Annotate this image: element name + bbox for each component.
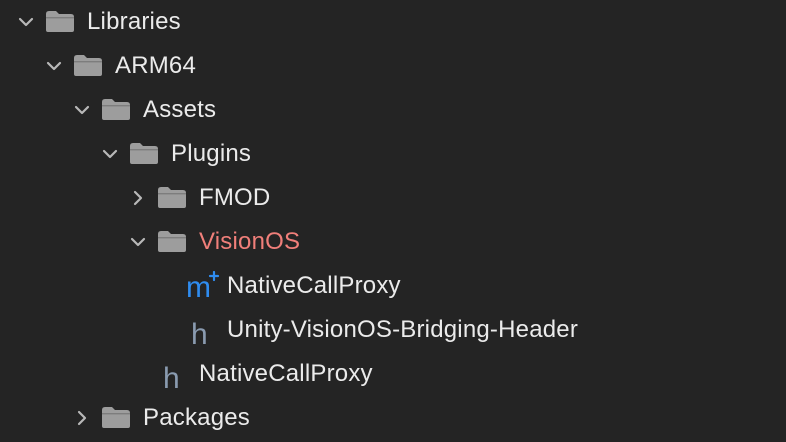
tree-item-label: Assets: [143, 96, 217, 123]
tree-item-label: VisionOS: [199, 228, 301, 255]
tree-row-libraries[interactable]: Libraries: [0, 0, 786, 44]
chevron-down-icon[interactable]: [73, 101, 91, 119]
folder-icon: [129, 142, 159, 165]
tree-item-label: ARM64: [115, 52, 197, 79]
tree-item-label: Packages: [143, 404, 250, 431]
tree-item-label: NativeCallProxy: [227, 272, 401, 299]
folder-icon: [101, 406, 131, 429]
tree-row-fmod[interactable]: FMOD: [0, 176, 786, 220]
chevron-right-icon[interactable]: [129, 189, 147, 207]
tree-row-assets[interactable]: Assets: [0, 88, 786, 132]
tree-item-label: Unity-VisionOS-Bridging-Header: [227, 316, 579, 343]
folder-icon: [157, 230, 187, 253]
tree-row-arm64[interactable]: ARM64: [0, 44, 786, 88]
chevron-down-icon[interactable]: [45, 57, 63, 75]
folder-icon: [73, 54, 103, 77]
chevron-right-icon[interactable]: [73, 409, 91, 427]
tree-item-label: Libraries: [87, 8, 181, 35]
objc-file-badge: m: [186, 271, 211, 304]
header-file-badge: h: [191, 318, 208, 348]
tree-row-visionos[interactable]: VisionOS: [0, 220, 786, 264]
file-navigator-tree: Libraries ARM64 Assets Plugins FMOD Visi…: [0, 0, 786, 442]
tree-item-label: NativeCallProxy: [199, 360, 373, 387]
folder-icon: [45, 10, 75, 33]
tree-row-native-call-proxy-mm[interactable]: m NativeCallProxy: [0, 264, 786, 308]
folder-icon: [157, 186, 187, 209]
tree-row-packages[interactable]: Packages: [0, 396, 786, 440]
objc-plus-plus-file-icon: m: [185, 268, 220, 304]
folder-icon: [101, 98, 131, 121]
chevron-down-icon[interactable]: [129, 233, 147, 251]
header-file-icon: h: [188, 312, 220, 348]
header-file-icon: h: [160, 356, 192, 392]
tree-row-native-call-proxy-h[interactable]: h NativeCallProxy: [0, 352, 786, 396]
tree-item-label: FMOD: [199, 184, 271, 211]
tree-row-plugins[interactable]: Plugins: [0, 132, 786, 176]
tree-row-bridging-header[interactable]: h Unity-VisionOS-Bridging-Header: [0, 308, 786, 352]
header-file-badge: h: [163, 362, 180, 392]
tree-item-label: Plugins: [171, 140, 252, 167]
chevron-down-icon[interactable]: [17, 13, 35, 31]
chevron-down-icon[interactable]: [101, 145, 119, 163]
